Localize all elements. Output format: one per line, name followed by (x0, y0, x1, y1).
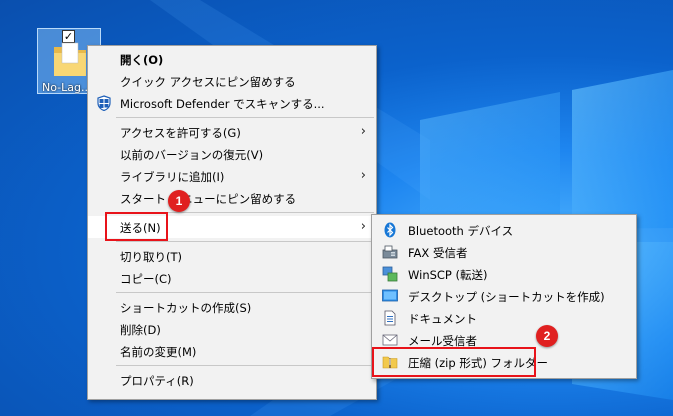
submenu-item-label: WinSCP (転送) (408, 268, 488, 282)
mail-icon (382, 334, 398, 346)
submenu-item-documents[interactable]: ドキュメント (372, 307, 636, 329)
menu-item-label: クイック アクセスにピン留めする (120, 75, 296, 89)
menu-item-give-access[interactable]: アクセスを許可する(G) › (88, 121, 376, 143)
menu-separator (116, 241, 374, 242)
chevron-right-icon: › (360, 168, 366, 183)
folder-icon (54, 42, 86, 76)
menu-item-label: 切り取り(T) (120, 250, 182, 264)
menu-item-defender-scan[interactable]: Microsoft Defender でスキャンする... (88, 92, 376, 114)
menu-item-open[interactable]: 開く(O) (88, 48, 376, 70)
chevron-right-icon: › (360, 124, 366, 139)
bluetooth-icon (384, 222, 396, 238)
menu-item-delete[interactable]: 削除(D) (88, 318, 376, 340)
submenu-item-label: Bluetooth デバイス (408, 224, 514, 238)
menu-item-cut[interactable]: 切り取り(T) (88, 245, 376, 267)
submenu-item-label: FAX 受信者 (408, 246, 468, 260)
menu-item-label: ライブラリに追加(I) (120, 170, 225, 184)
menu-separator (116, 365, 374, 366)
winscp-icon (382, 266, 398, 282)
menu-item-label: 名前の変更(M) (120, 345, 197, 359)
menu-item-label: ショートカットの作成(S) (120, 301, 252, 315)
menu-separator (116, 117, 374, 118)
submenu-item-desktop[interactable]: デスクトップ (ショートカットを作成) (372, 285, 636, 307)
menu-item-label: スタート メニューにピン留めする (120, 192, 297, 206)
menu-item-label: 開く(O) (120, 53, 164, 67)
menu-item-include-library[interactable]: ライブラリに追加(I) › (88, 165, 376, 187)
submenu-item-label: ドキュメント (408, 312, 477, 326)
menu-item-pin-quick-access[interactable]: クイック アクセスにピン留めする (88, 70, 376, 92)
menu-item-create-shortcut[interactable]: ショートカットの作成(S) (88, 296, 376, 318)
fax-icon (382, 245, 398, 259)
menu-item-copy[interactable]: コピー(C) (88, 267, 376, 289)
submenu-item-winscp[interactable]: WinSCP (転送) (372, 263, 636, 285)
document-icon (384, 310, 396, 326)
menu-item-rename[interactable]: 名前の変更(M) (88, 340, 376, 362)
desktop-icon (382, 289, 398, 302)
menu-item-restore-versions[interactable]: 以前のバージョンの復元(V) (88, 143, 376, 165)
step-badge-2: 2 (536, 325, 558, 347)
menu-item-label: アクセスを許可する(G) (120, 126, 241, 140)
menu-item-label: 削除(D) (120, 323, 161, 337)
menu-item-properties[interactable]: プロパティ(R) (88, 369, 376, 391)
menu-separator (116, 292, 374, 293)
menu-item-label: コピー(C) (120, 272, 172, 286)
step-badge-1: 1 (168, 190, 190, 212)
menu-item-label: 以前のバージョンの復元(V) (120, 148, 264, 162)
menu-item-pin-start[interactable]: スタート メニューにピン留めする (88, 187, 376, 209)
chevron-right-icon: › (360, 219, 366, 234)
menu-item-label: Microsoft Defender でスキャンする... (120, 97, 325, 111)
submenu-item-label: デスクトップ (ショートカットを作成) (408, 290, 605, 304)
highlight-send-to (105, 212, 168, 241)
highlight-zip-folder (372, 347, 536, 377)
submenu-item-bluetooth[interactable]: Bluetooth デバイス (372, 219, 636, 241)
submenu-item-fax[interactable]: FAX 受信者 (372, 241, 636, 263)
defender-shield-icon (97, 95, 111, 111)
menu-item-label: プロパティ(R) (120, 374, 194, 388)
